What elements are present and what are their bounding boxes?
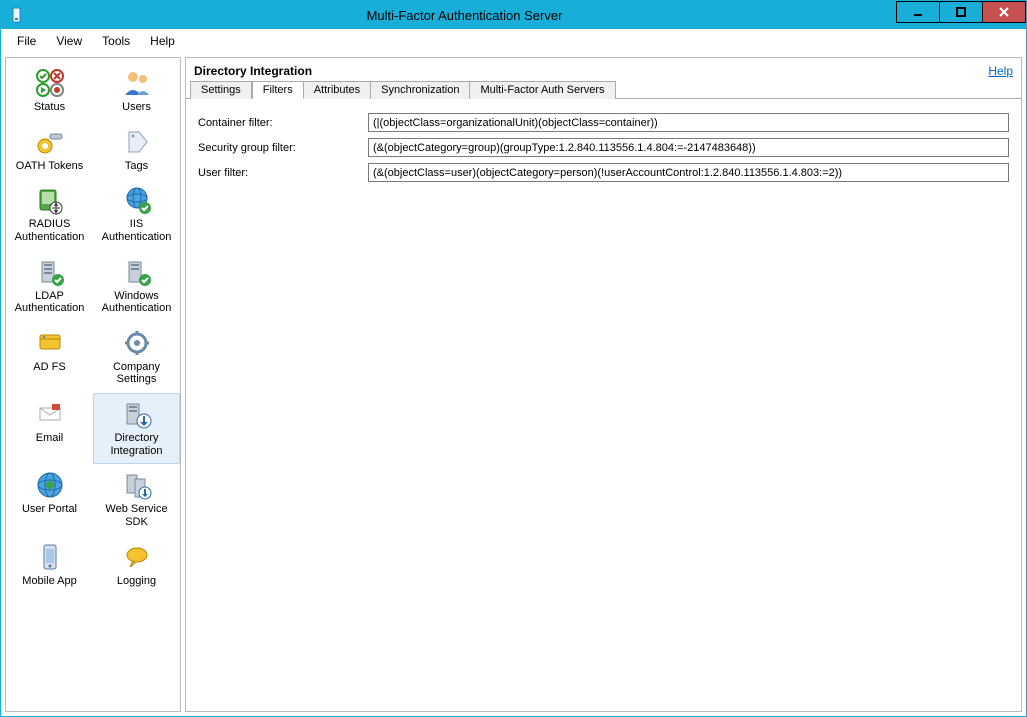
maximize-button[interactable] [939,1,983,23]
windows-auth-icon [121,256,153,288]
sidebar-item-label: Windows Authentication [96,290,177,315]
tab-settings[interactable]: Settings [190,81,252,99]
menu-file[interactable]: File [7,32,46,50]
user-filter-row: User filter: [198,163,1009,182]
sidebar-item-iis[interactable]: IIS Authentication [93,179,180,250]
sidebar-item-company-settings[interactable]: Company Settings [93,322,180,393]
sidebar-item-status[interactable]: Status [6,62,93,121]
oath-icon [34,126,66,158]
user-filter-input[interactable] [368,163,1009,182]
sidebar-item-oath-tokens[interactable]: OATH Tokens [6,121,93,180]
security-group-filter-row: Security group filter: [198,138,1009,157]
sidebar-item-user-portal[interactable]: User Portal [6,464,93,535]
iis-icon [121,184,153,216]
status-icon [34,67,66,99]
app-icon [7,5,27,25]
security-group-filter-label: Security group filter: [198,142,368,154]
app-window: Multi-Factor Authentication Server File … [0,0,1027,717]
web-service-sdk-icon [121,469,153,501]
company-settings-icon [121,327,153,359]
sidebar-item-label: Company Settings [96,361,177,386]
email-icon [34,398,66,430]
sidebar-item-label: Status [34,101,65,114]
sidebar-item-ldap[interactable]: LDAP Authentication [6,251,93,322]
page-title: Directory Integration [194,64,312,78]
sidebar-item-label: IIS Authentication [96,218,177,243]
menubar: File View Tools Help [1,29,1026,53]
tab-filters[interactable]: Filters [252,81,304,99]
minimize-button[interactable] [896,1,940,23]
sidebar-item-label: Mobile App [22,575,76,588]
titlebar: Multi-Factor Authentication Server [1,1,1026,29]
tab-synchronization[interactable]: Synchronization [371,81,470,99]
window-controls [896,1,1026,29]
sidebar-item-label: Email [36,432,64,445]
sidebar-item-mobile-app[interactable]: Mobile App [6,536,93,595]
sidebar-item-windows-auth[interactable]: Windows Authentication [93,251,180,322]
mobile-app-icon [34,541,66,573]
sidebar-item-label: OATH Tokens [16,160,83,173]
main-header: Directory Integration Help [186,58,1021,82]
sidebar-item-tags[interactable]: Tags [93,121,180,180]
container-filter-row: Container filter: [198,113,1009,132]
sidebar-item-logging[interactable]: Logging [93,536,180,595]
sidebar-item-label: Web Service SDK [96,503,177,528]
sidebar-item-label: Logging [117,575,156,588]
container-filter-label: Container filter: [198,117,368,129]
tabbar: Settings Filters Attributes Synchronizat… [186,80,1021,99]
sidebar-item-email[interactable]: Email [6,393,93,464]
client-area: Status Users [1,53,1026,716]
sidebar-item-label: LDAP Authentication [9,290,90,315]
menu-tools[interactable]: Tools [92,32,140,50]
sidebar-item-label: AD FS [33,361,65,374]
sidebar-item-web-service-sdk[interactable]: Web Service SDK [93,464,180,535]
sidebar-item-label: Tags [125,160,148,173]
help-link[interactable]: Help [988,64,1013,78]
menu-view[interactable]: View [46,32,92,50]
sidebar: Status Users [5,57,181,712]
adfs-icon [34,327,66,359]
sidebar-item-radius[interactable]: RADIUS Authentication [6,179,93,250]
users-icon [121,67,153,99]
user-filter-label: User filter: [198,167,368,179]
sidebar-item-users[interactable]: Users [93,62,180,121]
tab-content-filters: Container filter: Security group filter:… [186,99,1021,711]
container-filter-input[interactable] [368,113,1009,132]
sidebar-item-directory-integration[interactable]: Directory Integration [93,393,180,464]
window-title: Multi-Factor Authentication Server [33,8,896,23]
sidebar-item-adfs[interactable]: AD FS [6,322,93,393]
sidebar-item-label: RADIUS Authentication [9,218,90,243]
ldap-icon [34,256,66,288]
sidebar-item-label: Directory Integration [96,432,177,457]
directory-integration-icon [121,398,153,430]
tags-icon [121,126,153,158]
tab-mfa-servers[interactable]: Multi-Factor Auth Servers [470,81,615,99]
radius-icon [34,184,66,216]
logging-icon [121,541,153,573]
close-button[interactable] [982,1,1026,23]
security-group-filter-input[interactable] [368,138,1009,157]
sidebar-item-label: Users [122,101,151,114]
sidebar-item-label: User Portal [22,503,77,516]
user-portal-icon [34,469,66,501]
menu-help[interactable]: Help [140,32,185,50]
main-panel: Directory Integration Help Settings Filt… [185,57,1022,712]
tab-attributes[interactable]: Attributes [304,81,371,99]
